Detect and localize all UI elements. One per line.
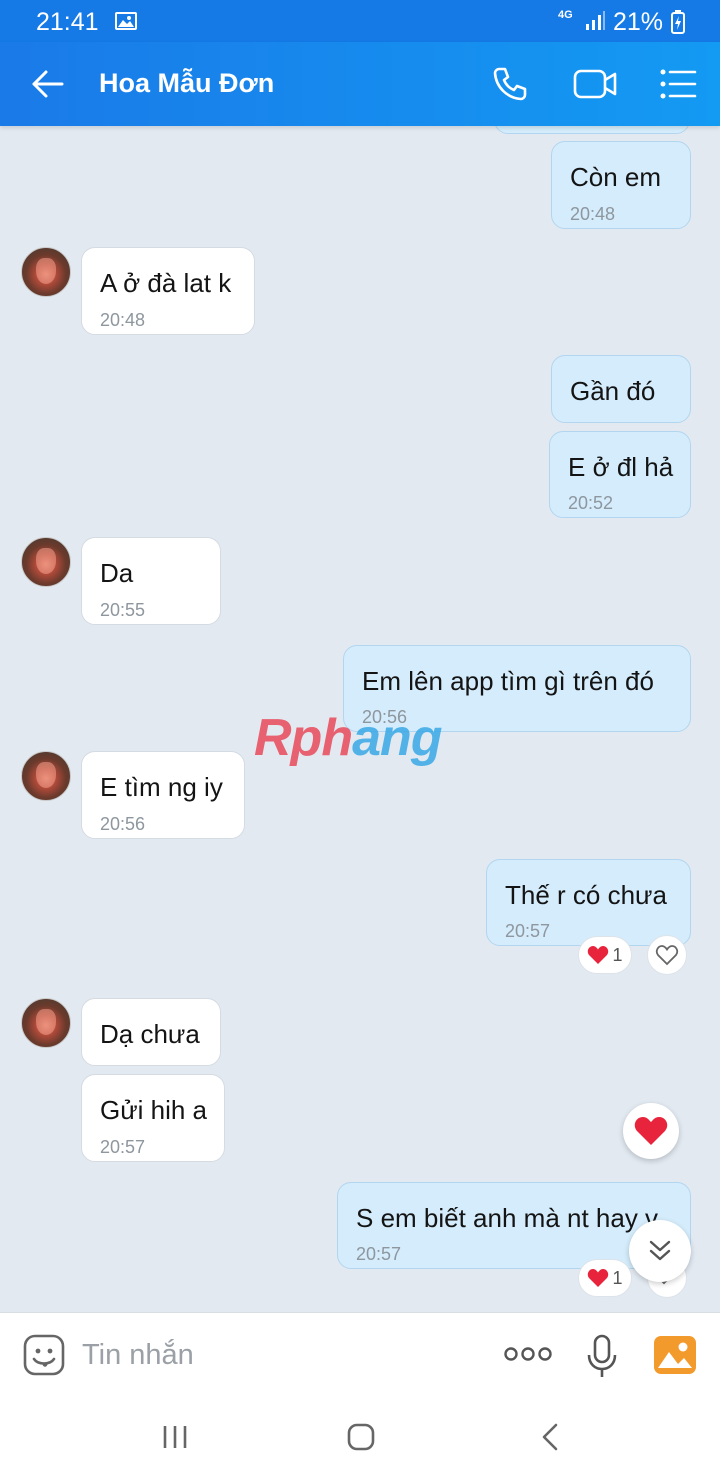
message-text: A ở đà lat k <box>100 268 232 298</box>
back-arrow-icon[interactable] <box>30 66 66 107</box>
message-time: 20:57 <box>356 1244 402 1264</box>
home-icon[interactable] <box>346 1422 376 1457</box>
message-time: 20:48 <box>570 204 616 224</box>
watermark-part1: Rph <box>254 709 353 767</box>
recent-apps-icon[interactable] <box>160 1422 190 1457</box>
message-bubble-outgoing[interactable]: E ở đl hả 20:52 <box>549 431 691 518</box>
heart-icon <box>588 1269 609 1287</box>
message-list[interactable]: Còn em 20:48 A ở đà lat k 20:48 Gần đó E… <box>0 126 720 1312</box>
message-text: Gần đó <box>570 376 656 406</box>
status-time: 21:41 <box>36 8 99 36</box>
watermark-part2: ang <box>352 709 442 767</box>
sticker-emoji-icon[interactable] <box>22 1333 66 1382</box>
message-time: 20:52 <box>568 493 614 513</box>
contact-avatar[interactable] <box>21 998 71 1048</box>
battery-percent: 21% <box>613 8 664 36</box>
menu-list-icon[interactable] <box>658 64 698 109</box>
double-chevron-down-icon <box>649 1240 671 1261</box>
message-text: Còn em <box>570 162 662 192</box>
message-bubble-incoming[interactable]: E tìm ng iy 20:56 <box>81 751 245 839</box>
contact-avatar[interactable] <box>21 537 71 587</box>
scroll-to-bottom-button[interactable] <box>629 1220 691 1282</box>
signal-icon <box>584 10 606 37</box>
message-bubble-incoming[interactable]: A ở đà lat k 20:48 <box>81 247 255 335</box>
message-text: Em lên app tìm gì trên đó <box>362 666 654 696</box>
phone-call-icon[interactable] <box>490 64 530 109</box>
message-text: Thế r có chưa <box>505 880 667 910</box>
contact-avatar[interactable] <box>21 751 71 801</box>
message-text: E ở đl hả <box>568 452 674 482</box>
message-bubble-partial <box>494 126 690 134</box>
heart-reaction-badge[interactable]: 1 <box>578 1259 632 1297</box>
quick-heart-button[interactable] <box>623 1103 679 1159</box>
photo-gallery-icon[interactable] <box>653 1335 697 1380</box>
reaction-count: 1 <box>612 1267 623 1288</box>
status-bar: 21:41 4G 21% <box>0 0 720 42</box>
back-nav-icon[interactable] <box>536 1422 566 1457</box>
message-bubble-outgoing[interactable]: Thế r có chưa 20:57 <box>486 859 691 946</box>
message-time: 20:48 <box>100 310 146 330</box>
message-time: 20:56 <box>100 814 146 834</box>
message-composer: Tin nhắn <box>0 1312 720 1398</box>
reaction-count: 1 <box>612 944 623 965</box>
message-bubble-incoming[interactable]: Da 20:55 <box>81 537 221 625</box>
battery-charging-icon <box>671 10 685 39</box>
like-button[interactable] <box>647 935 687 975</box>
message-input[interactable]: Tin nhắn <box>82 1339 194 1372</box>
message-time: 20:55 <box>100 600 146 620</box>
heart-outline-icon <box>655 945 679 966</box>
gallery-notification-icon <box>115 12 137 30</box>
more-options-icon[interactable] <box>504 1345 552 1368</box>
message-bubble-outgoing[interactable]: Gần đó <box>551 355 691 423</box>
message-text: Da <box>100 558 134 588</box>
contact-name[interactable]: Hoa Mẫu Đơn <box>99 68 274 99</box>
message-text: Gửi hih a <box>100 1095 208 1125</box>
watermark-logo: Rphang <box>254 708 443 768</box>
system-navigation-bar <box>0 1398 720 1480</box>
heart-reaction-badge[interactable]: 1 <box>578 936 632 974</box>
network-type: 4G <box>558 9 573 21</box>
chat-header: Hoa Mẫu Đơn <box>0 42 720 126</box>
message-text: Dạ chưa <box>100 1019 200 1049</box>
message-text: S em biết anh mà nt hay v <box>356 1203 659 1233</box>
contact-avatar[interactable] <box>21 247 71 297</box>
message-bubble-outgoing[interactable]: Còn em 20:48 <box>551 141 691 229</box>
video-call-icon[interactable] <box>572 64 618 109</box>
heart-icon <box>588 946 609 964</box>
message-bubble-incoming[interactable]: Gửi hih a 20:57 <box>81 1074 225 1162</box>
message-text: E tìm ng iy <box>100 772 223 802</box>
heart-icon <box>634 1117 668 1145</box>
microphone-icon[interactable] <box>586 1333 618 1384</box>
message-time: 20:57 <box>100 1137 146 1157</box>
message-time: 20:57 <box>505 921 551 941</box>
message-bubble-incoming[interactable]: Dạ chưa <box>81 998 221 1066</box>
